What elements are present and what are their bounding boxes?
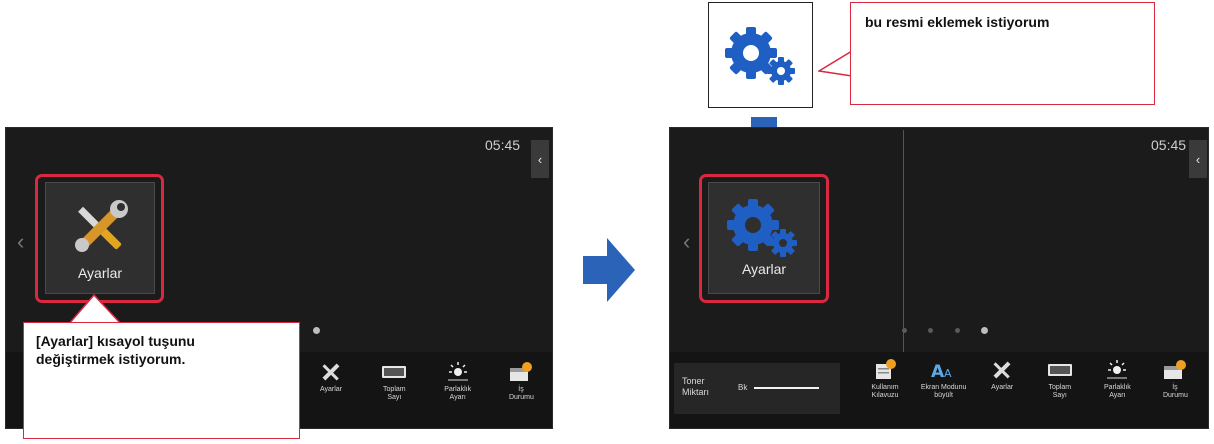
page-dot[interactable] [928, 328, 934, 333]
bar-item-user-guide[interactable]: Kullanım Kılavuzu [860, 359, 910, 422]
prev-page-arrow[interactable]: ‹ [683, 229, 690, 255]
bar-item-job-status[interactable]: İş Durumu [496, 362, 546, 422]
bottom-items: Kullanım Kılavuzu AA Ekran Modunu büyült… [860, 359, 1200, 422]
callout-add-image: bu resmi eklemek istiyorum [850, 2, 1155, 105]
clock: 05:45 [1151, 137, 1187, 153]
gears-icon [725, 27, 795, 85]
job-status-icon [509, 362, 532, 381]
page-dot[interactable] [954, 328, 960, 333]
bar-item-label: Toplam Sayı [1048, 384, 1072, 399]
highlight-frame [699, 174, 829, 303]
brightness-icon [447, 362, 468, 381]
svg-text:A: A [931, 362, 945, 380]
callout-text: bu resmi eklemek istiyorum [865, 14, 1050, 30]
toner-level-bar [754, 387, 819, 389]
bar-item-label: Ayarlar [319, 386, 343, 393]
page-dot [313, 327, 320, 334]
user-guide-icon [876, 359, 896, 379]
callout-text: [Ayarlar] kısayol tuşunu değiştirmek ist… [36, 333, 195, 367]
bar-item-label: Ekran Modunu büyült [920, 384, 967, 399]
bar-item-settings[interactable]: Ayarlar [977, 360, 1027, 422]
bar-item-total-count[interactable]: Toplam Sayı [369, 362, 419, 422]
job-status-icon [1163, 360, 1186, 379]
page-dot-active[interactable] [980, 327, 988, 334]
page-dot[interactable] [902, 328, 907, 333]
bar-item-brightness[interactable]: Parlaklık Ayarı [1092, 360, 1142, 422]
bar-item-brightness[interactable]: Parlaklık Ayarı [433, 362, 483, 422]
right-arrow [583, 238, 635, 302]
bar-item-label: Parlaklık Ayarı [444, 386, 472, 401]
page-indicator [902, 327, 988, 334]
callout-pointer [818, 49, 854, 77]
divider [903, 130, 904, 352]
bar-item-label: İş Durumu [1162, 384, 1188, 399]
counter-icon [382, 366, 407, 378]
enlarge-display-icon: AA [931, 362, 952, 380]
clock: 05:45 [485, 137, 521, 153]
wrench-screwdriver-icon [993, 361, 1011, 379]
brightness-icon [1107, 360, 1128, 379]
svg-text:A: A [944, 367, 952, 380]
toner-widget: Toner Miktarı Bk [674, 363, 840, 414]
prev-page-arrow[interactable]: ‹ [17, 229, 24, 255]
bar-item-job-status[interactable]: İş Durumu [1150, 360, 1200, 422]
counter-icon [1047, 364, 1072, 376]
wrench-screwdriver-icon [322, 363, 340, 381]
bar-item-total-count[interactable]: Toplam Sayı [1035, 360, 1085, 422]
bar-item-settings[interactable]: Ayarlar [306, 362, 356, 422]
bar-item-label: Toplam Sayı [383, 386, 406, 401]
bar-item-label: Ayarlar [991, 384, 1014, 391]
side-tab-toggle[interactable]: ‹ [531, 140, 549, 178]
bar-item-label: İş Durumu [508, 386, 534, 401]
new-icon-box [708, 2, 813, 108]
side-tab-toggle[interactable]: ‹ [1189, 140, 1207, 178]
toner-label: Toner Miktarı [682, 376, 709, 397]
bar-item-label: Kullanım Kılavuzu [871, 384, 899, 399]
bottom-items: Ayarlar Toplam Sayı Parlaklık Ayarı İş D… [306, 362, 546, 422]
bar-item-enlarge-display[interactable]: AA Ekran Modunu büyült [918, 360, 970, 422]
toner-color-label: Bk [738, 383, 748, 392]
bar-item-label: Parlaklık Ayarı [1103, 384, 1131, 399]
highlight-frame [35, 174, 164, 303]
callout-change-shortcut: [Ayarlar] kısayol tuşunu değiştirmek ist… [23, 322, 300, 439]
